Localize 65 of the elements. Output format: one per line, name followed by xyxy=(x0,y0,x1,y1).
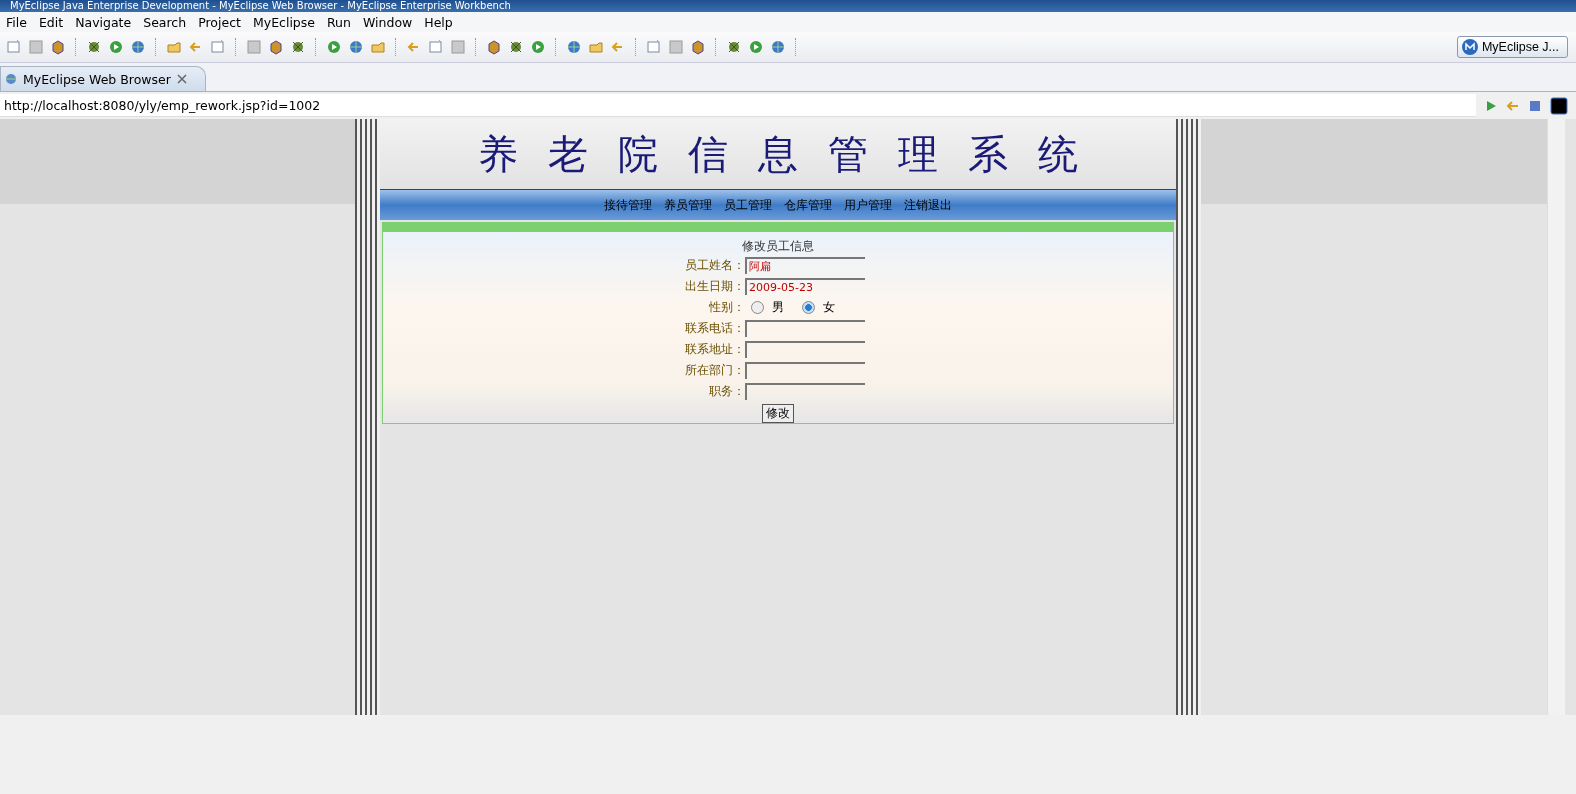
menu-item[interactable]: Edit xyxy=(32,14,70,30)
site-title: 养老院信息管理系统 xyxy=(478,129,1108,179)
menu-item[interactable]: Window xyxy=(356,14,419,30)
nav-link[interactable]: 员工管理 xyxy=(724,196,772,214)
field-label: 所在部门： xyxy=(684,362,745,379)
field-label: 出生日期： xyxy=(684,278,745,295)
new-file-icon[interactable] xyxy=(428,39,444,55)
package-icon[interactable] xyxy=(486,39,502,55)
input-field[interactable]: 2009-05-23 xyxy=(745,278,865,295)
url-field[interactable]: http://localhost:8080/yly/emp_rework.jsp?id=1002 xyxy=(0,94,1476,117)
menu-item[interactable]: Run xyxy=(321,14,357,30)
nav-link[interactable]: 接待管理 xyxy=(604,196,652,214)
input-field[interactable] xyxy=(745,341,865,358)
close-icon[interactable] xyxy=(176,74,187,84)
browser-tab[interactable]: MyEclipse Web Browser xyxy=(0,66,206,91)
perspective-button[interactable]: MyEclipse J... xyxy=(1456,36,1568,58)
new-file-icon[interactable] xyxy=(210,39,226,55)
submit-button[interactable]: 修改 xyxy=(762,404,794,423)
field-label: 联系电话： xyxy=(684,320,745,337)
menu-item[interactable]: Help xyxy=(418,14,459,30)
menu-item[interactable]: File xyxy=(0,14,33,30)
input-field[interactable]: 阿扁 xyxy=(745,257,865,274)
package-icon[interactable] xyxy=(690,39,706,55)
field-label: 性别： xyxy=(708,299,745,316)
run-icon[interactable] xyxy=(530,39,546,55)
input-field[interactable] xyxy=(745,362,865,379)
globe-icon[interactable] xyxy=(348,39,364,55)
input-field[interactable] xyxy=(745,383,865,400)
nav-link[interactable]: 仓库管理 xyxy=(784,196,832,214)
run-icon[interactable] xyxy=(748,39,764,55)
logo-icon xyxy=(1461,39,1478,55)
tab-label: MyEclipse Web Browser xyxy=(23,71,171,87)
menu-item[interactable]: Search xyxy=(137,14,193,30)
back-arrow-icon[interactable] xyxy=(1506,98,1520,113)
radio-label: 女 xyxy=(823,299,835,316)
folder-icon[interactable] xyxy=(370,39,386,55)
globe-icon xyxy=(5,73,17,85)
menu-item[interactable]: Project xyxy=(192,14,247,30)
package-icon[interactable] xyxy=(268,39,284,55)
radio-button[interactable] xyxy=(751,301,764,314)
folder-icon[interactable] xyxy=(588,39,604,55)
field-label: 职务： xyxy=(708,383,745,400)
field-label: 联系地址： xyxy=(684,341,745,358)
new-file-icon[interactable] xyxy=(6,39,22,55)
folder-icon[interactable] xyxy=(166,39,182,55)
menu-item[interactable]: MyEclipse xyxy=(246,14,321,30)
package-icon[interactable] xyxy=(50,39,66,55)
nav-link[interactable]: 养员管理 xyxy=(664,196,712,214)
nav-link[interactable]: 用户管理 xyxy=(844,196,892,214)
run-icon[interactable] xyxy=(108,39,124,55)
new-file-icon[interactable] xyxy=(646,39,662,55)
window-title: MyEclipse Java Enterprise Development - MyEclipse Web Browser - MyEclipse Enterprise Workbench xyxy=(0,0,1576,12)
radio-button[interactable] xyxy=(802,301,815,314)
globe-icon[interactable] xyxy=(566,39,582,55)
stop-icon[interactable] xyxy=(1528,98,1542,113)
run-icon[interactable] xyxy=(326,39,342,55)
globe-icon[interactable] xyxy=(770,39,786,55)
go-icon[interactable] xyxy=(1484,98,1498,113)
input-field[interactable] xyxy=(745,320,865,337)
form-heading: 修改员工信息 xyxy=(742,238,814,255)
nav-link[interactable]: 注销退出 xyxy=(904,196,952,214)
globe-icon[interactable] xyxy=(130,39,146,55)
menu-item[interactable]: Navigate xyxy=(69,14,138,30)
radio-label: 男 xyxy=(772,299,784,316)
field-label: 员工姓名： xyxy=(684,257,745,274)
